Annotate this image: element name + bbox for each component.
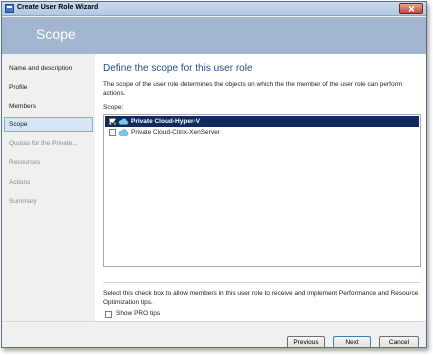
scope-item-label: Private Cloud-Hyper-V xyxy=(131,118,200,125)
cloud-icon xyxy=(118,118,129,125)
app-icon xyxy=(5,4,14,13)
header-title: Scope xyxy=(36,26,76,42)
title-bar[interactable]: Create User Role Wizard xyxy=(2,2,426,16)
step-actions: Actions xyxy=(9,179,31,186)
step-scope[interactable]: Scope xyxy=(4,117,93,132)
window-title: Create User Role Wizard xyxy=(17,4,99,11)
step-profile[interactable]: Profile xyxy=(4,80,93,95)
wizard-window: Create User Role Wizard Scope Name and d… xyxy=(1,1,427,348)
scope-label: Scope: xyxy=(103,104,124,111)
show-pro-tips-label[interactable]: Show PRO tips xyxy=(116,310,160,317)
section-divider xyxy=(103,282,421,283)
pro-tips-description: Select this check box to allow members i… xyxy=(103,290,419,306)
wizard-steps-sidebar: Name and description Profile Members Sco… xyxy=(2,54,95,321)
scope-item-citrix-xenserver[interactable]: Private Cloud-Citrix-XenServer xyxy=(105,127,419,138)
cloud-icon xyxy=(118,129,129,136)
step-quotas: Quotas for the Private... xyxy=(9,140,78,147)
scope-item-label: Private Cloud-Citrix-XenServer xyxy=(131,129,220,136)
wizard-header: Scope xyxy=(2,17,426,54)
next-button[interactable]: Next xyxy=(333,336,371,347)
scope-list[interactable]: Private Cloud-Hyper-V Private Cloud-Citr… xyxy=(103,114,421,267)
checkmark-icon xyxy=(110,119,117,126)
scope-checkbox-hyper-v[interactable] xyxy=(109,118,117,126)
previous-button[interactable]: Previous xyxy=(287,336,325,347)
scope-description: The scope of the user role determines th… xyxy=(103,81,403,97)
wizard-footer: Previous Next Cancel xyxy=(2,321,426,347)
main-content: Define the scope for this user role The … xyxy=(95,54,426,321)
step-members[interactable]: Members xyxy=(4,99,93,114)
step-resources: Resources xyxy=(9,159,41,166)
page-heading: Define the scope for this user role xyxy=(103,63,253,74)
step-name-and-description[interactable]: Name and description xyxy=(4,61,93,76)
cancel-button[interactable]: Cancel xyxy=(379,336,419,347)
show-pro-tips-checkbox[interactable] xyxy=(105,311,112,318)
close-icon xyxy=(408,6,415,12)
close-button[interactable] xyxy=(399,3,423,14)
scope-item-hyper-v[interactable]: Private Cloud-Hyper-V xyxy=(105,116,419,127)
step-summary: Summary xyxy=(9,198,37,205)
scope-checkbox-citrix-xenserver[interactable] xyxy=(109,129,116,136)
